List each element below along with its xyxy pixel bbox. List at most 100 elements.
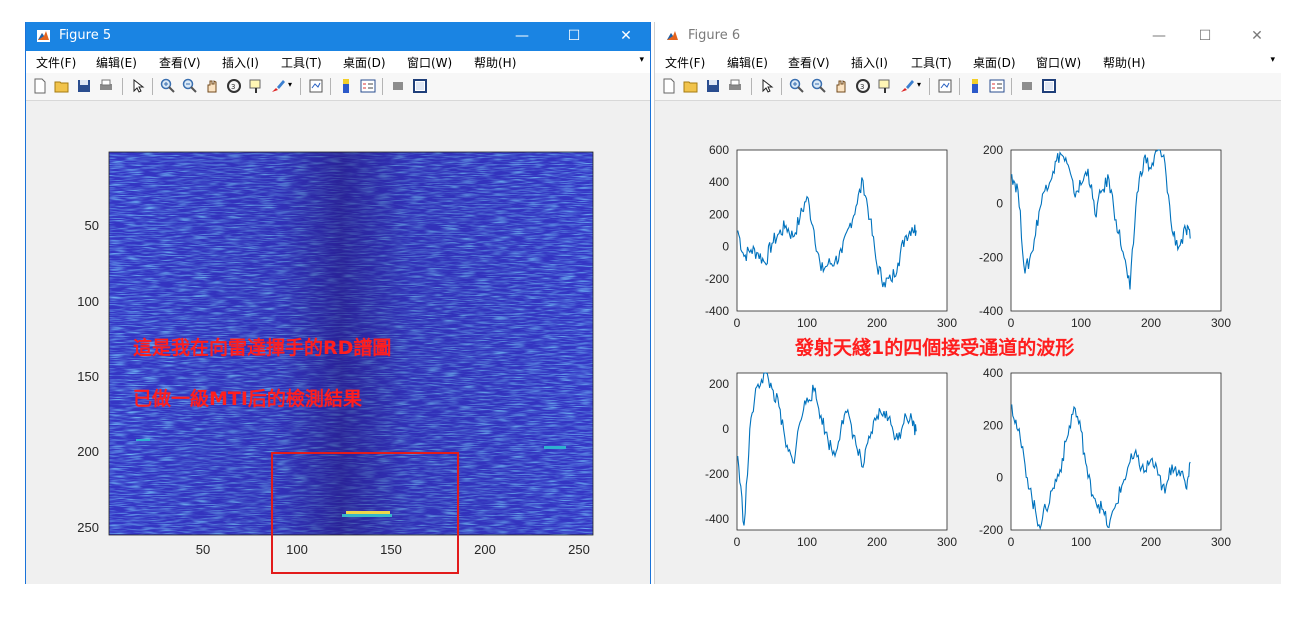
menu-file[interactable]: 文件(F) xyxy=(36,54,76,71)
x-tick-label: 200 xyxy=(474,542,496,557)
subplot-1: 0 100 200 300 600 400 200 0 -200 -400 xyxy=(705,143,957,330)
menu-help[interactable]: 帮助(H) xyxy=(1103,54,1145,71)
y-tick-label: 0 xyxy=(722,240,729,254)
hide-plot-tools-icon[interactable] xyxy=(1019,78,1035,94)
y-tick-label: -400 xyxy=(705,304,729,318)
minimize-button[interactable]: — xyxy=(502,22,542,51)
x-tick-label: 50 xyxy=(196,542,210,557)
new-figure-icon[interactable] xyxy=(661,78,677,94)
link-plot-icon[interactable] xyxy=(308,78,324,94)
subplot-2: 0 100 200 300 200 0 -200 -400 xyxy=(979,143,1231,330)
pan-icon[interactable] xyxy=(833,78,849,94)
figure5-titlebar[interactable]: Figure 5 — ☐ ✕ xyxy=(26,22,650,51)
x-tick-label: 0 xyxy=(1008,535,1015,549)
toolbar-separator xyxy=(751,78,752,95)
x-tick-label: 100 xyxy=(797,316,817,330)
x-tick-label: 300 xyxy=(1211,535,1231,549)
toolbar-separator xyxy=(781,78,782,95)
close-button[interactable]: ✕ xyxy=(606,22,646,51)
matlab-logo-icon xyxy=(37,30,50,42)
target-hotspot xyxy=(544,446,566,449)
toolbar-separator xyxy=(300,78,301,95)
open-file-icon[interactable] xyxy=(683,78,699,94)
brush-icon[interactable] xyxy=(899,78,915,94)
figure5-menubar: 文件(F) 编辑(E) 查看(V) 插入(I) 工具(T) 桌面(D) 窗口(W… xyxy=(26,51,650,73)
toolbar-separator xyxy=(959,78,960,95)
brush-dropdown-icon[interactable]: ▾ xyxy=(288,80,292,89)
zoom-in-icon[interactable] xyxy=(789,78,805,94)
menu-insert[interactable]: 插入(I) xyxy=(222,54,259,71)
menu-file[interactable]: 文件(F) xyxy=(665,54,705,71)
menu-view[interactable]: 查看(V) xyxy=(159,54,201,71)
colorbar-icon[interactable] xyxy=(338,78,354,94)
pan-icon[interactable] xyxy=(204,78,220,94)
x-tick-label: 100 xyxy=(1071,535,1091,549)
figure6-titlebar[interactable]: Figure 6 — ☐ ✕ xyxy=(655,22,1281,51)
zoom-out-icon[interactable] xyxy=(811,78,827,94)
x-tick-label: 200 xyxy=(1141,316,1161,330)
maximize-button[interactable]: ☐ xyxy=(554,22,594,51)
menu-desktop[interactable]: 桌面(D) xyxy=(343,54,386,71)
show-plot-tools-icon[interactable] xyxy=(412,78,428,94)
print-icon[interactable] xyxy=(727,78,743,94)
y-tick-label: 400 xyxy=(983,366,1003,380)
data-cursor-icon[interactable] xyxy=(248,78,264,94)
y-tick-label: -200 xyxy=(705,467,729,481)
link-plot-icon[interactable] xyxy=(937,78,953,94)
save-icon[interactable] xyxy=(76,78,92,94)
maximize-button[interactable]: ☐ xyxy=(1185,22,1225,51)
menu-help[interactable]: 帮助(H) xyxy=(474,54,516,71)
menu-tools[interactable]: 工具(T) xyxy=(911,54,952,71)
legend-icon[interactable] xyxy=(360,78,376,94)
menu-tools[interactable]: 工具(T) xyxy=(281,54,322,71)
zoom-out-icon[interactable] xyxy=(182,78,198,94)
x-tick-label: 100 xyxy=(797,535,817,549)
rotate-3d-icon[interactable]: 3 xyxy=(855,78,871,94)
x-tick-label: 200 xyxy=(867,535,887,549)
close-button[interactable]: ✕ xyxy=(1237,22,1277,51)
menu-window[interactable]: 窗口(W) xyxy=(407,54,452,71)
legend-icon[interactable] xyxy=(989,78,1005,94)
new-figure-icon[interactable] xyxy=(32,78,48,94)
hide-plot-tools-icon[interactable] xyxy=(390,78,406,94)
y-tick-label: 250 xyxy=(77,520,99,535)
target-highlight-box xyxy=(271,452,459,574)
save-icon[interactable] xyxy=(705,78,721,94)
figure5-title: Figure 5 xyxy=(59,28,112,43)
x-tick-label: 0 xyxy=(734,535,741,549)
x-tick-label: 0 xyxy=(734,316,741,330)
annotation-four-channels: 發射天綫1的四個接受通道的波形 xyxy=(795,337,1075,359)
x-tick-label: 100 xyxy=(1071,316,1091,330)
brush-icon[interactable] xyxy=(270,78,286,94)
menu-edit[interactable]: 编辑(E) xyxy=(96,54,137,71)
x-tick-label: 250 xyxy=(568,542,590,557)
menubar-overflow-icon[interactable]: ▾ xyxy=(1270,55,1275,65)
menu-window[interactable]: 窗口(W) xyxy=(1036,54,1081,71)
menu-desktop[interactable]: 桌面(D) xyxy=(973,54,1016,71)
menu-view[interactable]: 查看(V) xyxy=(788,54,830,71)
rotate-3d-icon[interactable]: 3 xyxy=(226,78,242,94)
x-tick-label: 0 xyxy=(1008,316,1015,330)
open-file-icon[interactable] xyxy=(54,78,70,94)
y-tick-label: -200 xyxy=(979,523,1003,537)
colorbar-icon[interactable] xyxy=(967,78,983,94)
zoom-in-icon[interactable] xyxy=(160,78,176,94)
annotation-rd-spectrum: 這是我在向雷達揮手的RD譜圖 xyxy=(133,337,392,359)
x-tick-label: 300 xyxy=(937,316,957,330)
figure6-window: Figure 6 — ☐ ✕ 文件(F) 编辑(E) 查看(V) 插入(I) 工… xyxy=(654,22,1281,584)
figure5-toolbar: 3 ▾ xyxy=(26,73,650,101)
menubar-overflow-icon[interactable]: ▾ xyxy=(639,55,644,65)
toolbar-separator xyxy=(382,78,383,95)
y-tick-label: 200 xyxy=(983,418,1003,432)
pointer-icon[interactable] xyxy=(759,78,775,94)
menu-insert[interactable]: 插入(I) xyxy=(851,54,888,71)
data-cursor-icon[interactable] xyxy=(877,78,893,94)
show-plot-tools-icon[interactable] xyxy=(1041,78,1057,94)
menu-edit[interactable]: 编辑(E) xyxy=(727,54,768,71)
svg-text:3: 3 xyxy=(231,83,235,91)
y-tick-label: -200 xyxy=(979,250,1003,264)
minimize-button[interactable]: — xyxy=(1139,22,1179,51)
brush-dropdown-icon[interactable]: ▾ xyxy=(917,80,921,89)
print-icon[interactable] xyxy=(98,78,114,94)
pointer-icon[interactable] xyxy=(130,78,146,94)
